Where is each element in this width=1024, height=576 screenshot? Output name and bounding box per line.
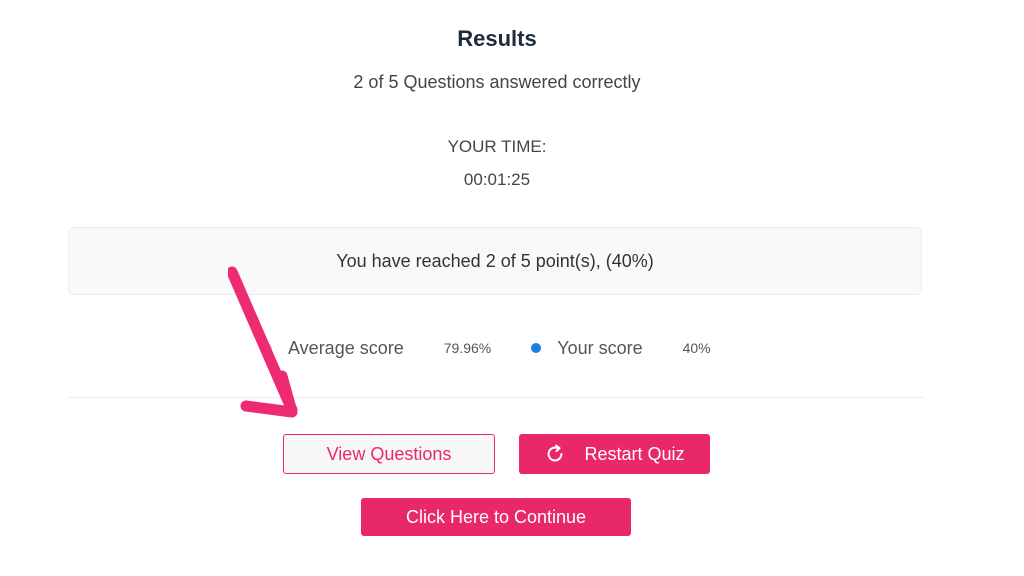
score-legend: Average score 79.96% Your score 40% (262, 336, 711, 360)
time-value: 00:01:25 (463, 170, 531, 189)
divider (68, 397, 924, 398)
arrow-annotation-icon (228, 266, 298, 418)
points-box: You have reached 2 of 5 point(s), (40%) (68, 227, 922, 295)
restart-quiz-label: Restart Quiz (584, 443, 685, 464)
results-title: Results (457, 26, 537, 51)
restart-icon (548, 444, 563, 462)
points-message: You have reached 2 of 5 point(s), (40%) (336, 250, 654, 271)
time-label: YOUR TIME: (447, 137, 547, 156)
your-score-value: 40% (682, 340, 711, 356)
continue-label: Click Here to Continue (405, 506, 587, 527)
average-score-value: 79.96% (443, 340, 492, 356)
view-questions-button[interactable]: View Questions (283, 434, 495, 474)
your-score-dot (531, 343, 542, 353)
correct-answers-summary: 2 of 5 Questions answered correctly (353, 72, 641, 92)
restart-quiz-button[interactable]: Restart Quiz (519, 434, 710, 474)
your-score-label: Your score (557, 337, 643, 358)
view-questions-label: View Questions (326, 443, 452, 464)
continue-button[interactable]: Click Here to Continue (361, 498, 631, 536)
